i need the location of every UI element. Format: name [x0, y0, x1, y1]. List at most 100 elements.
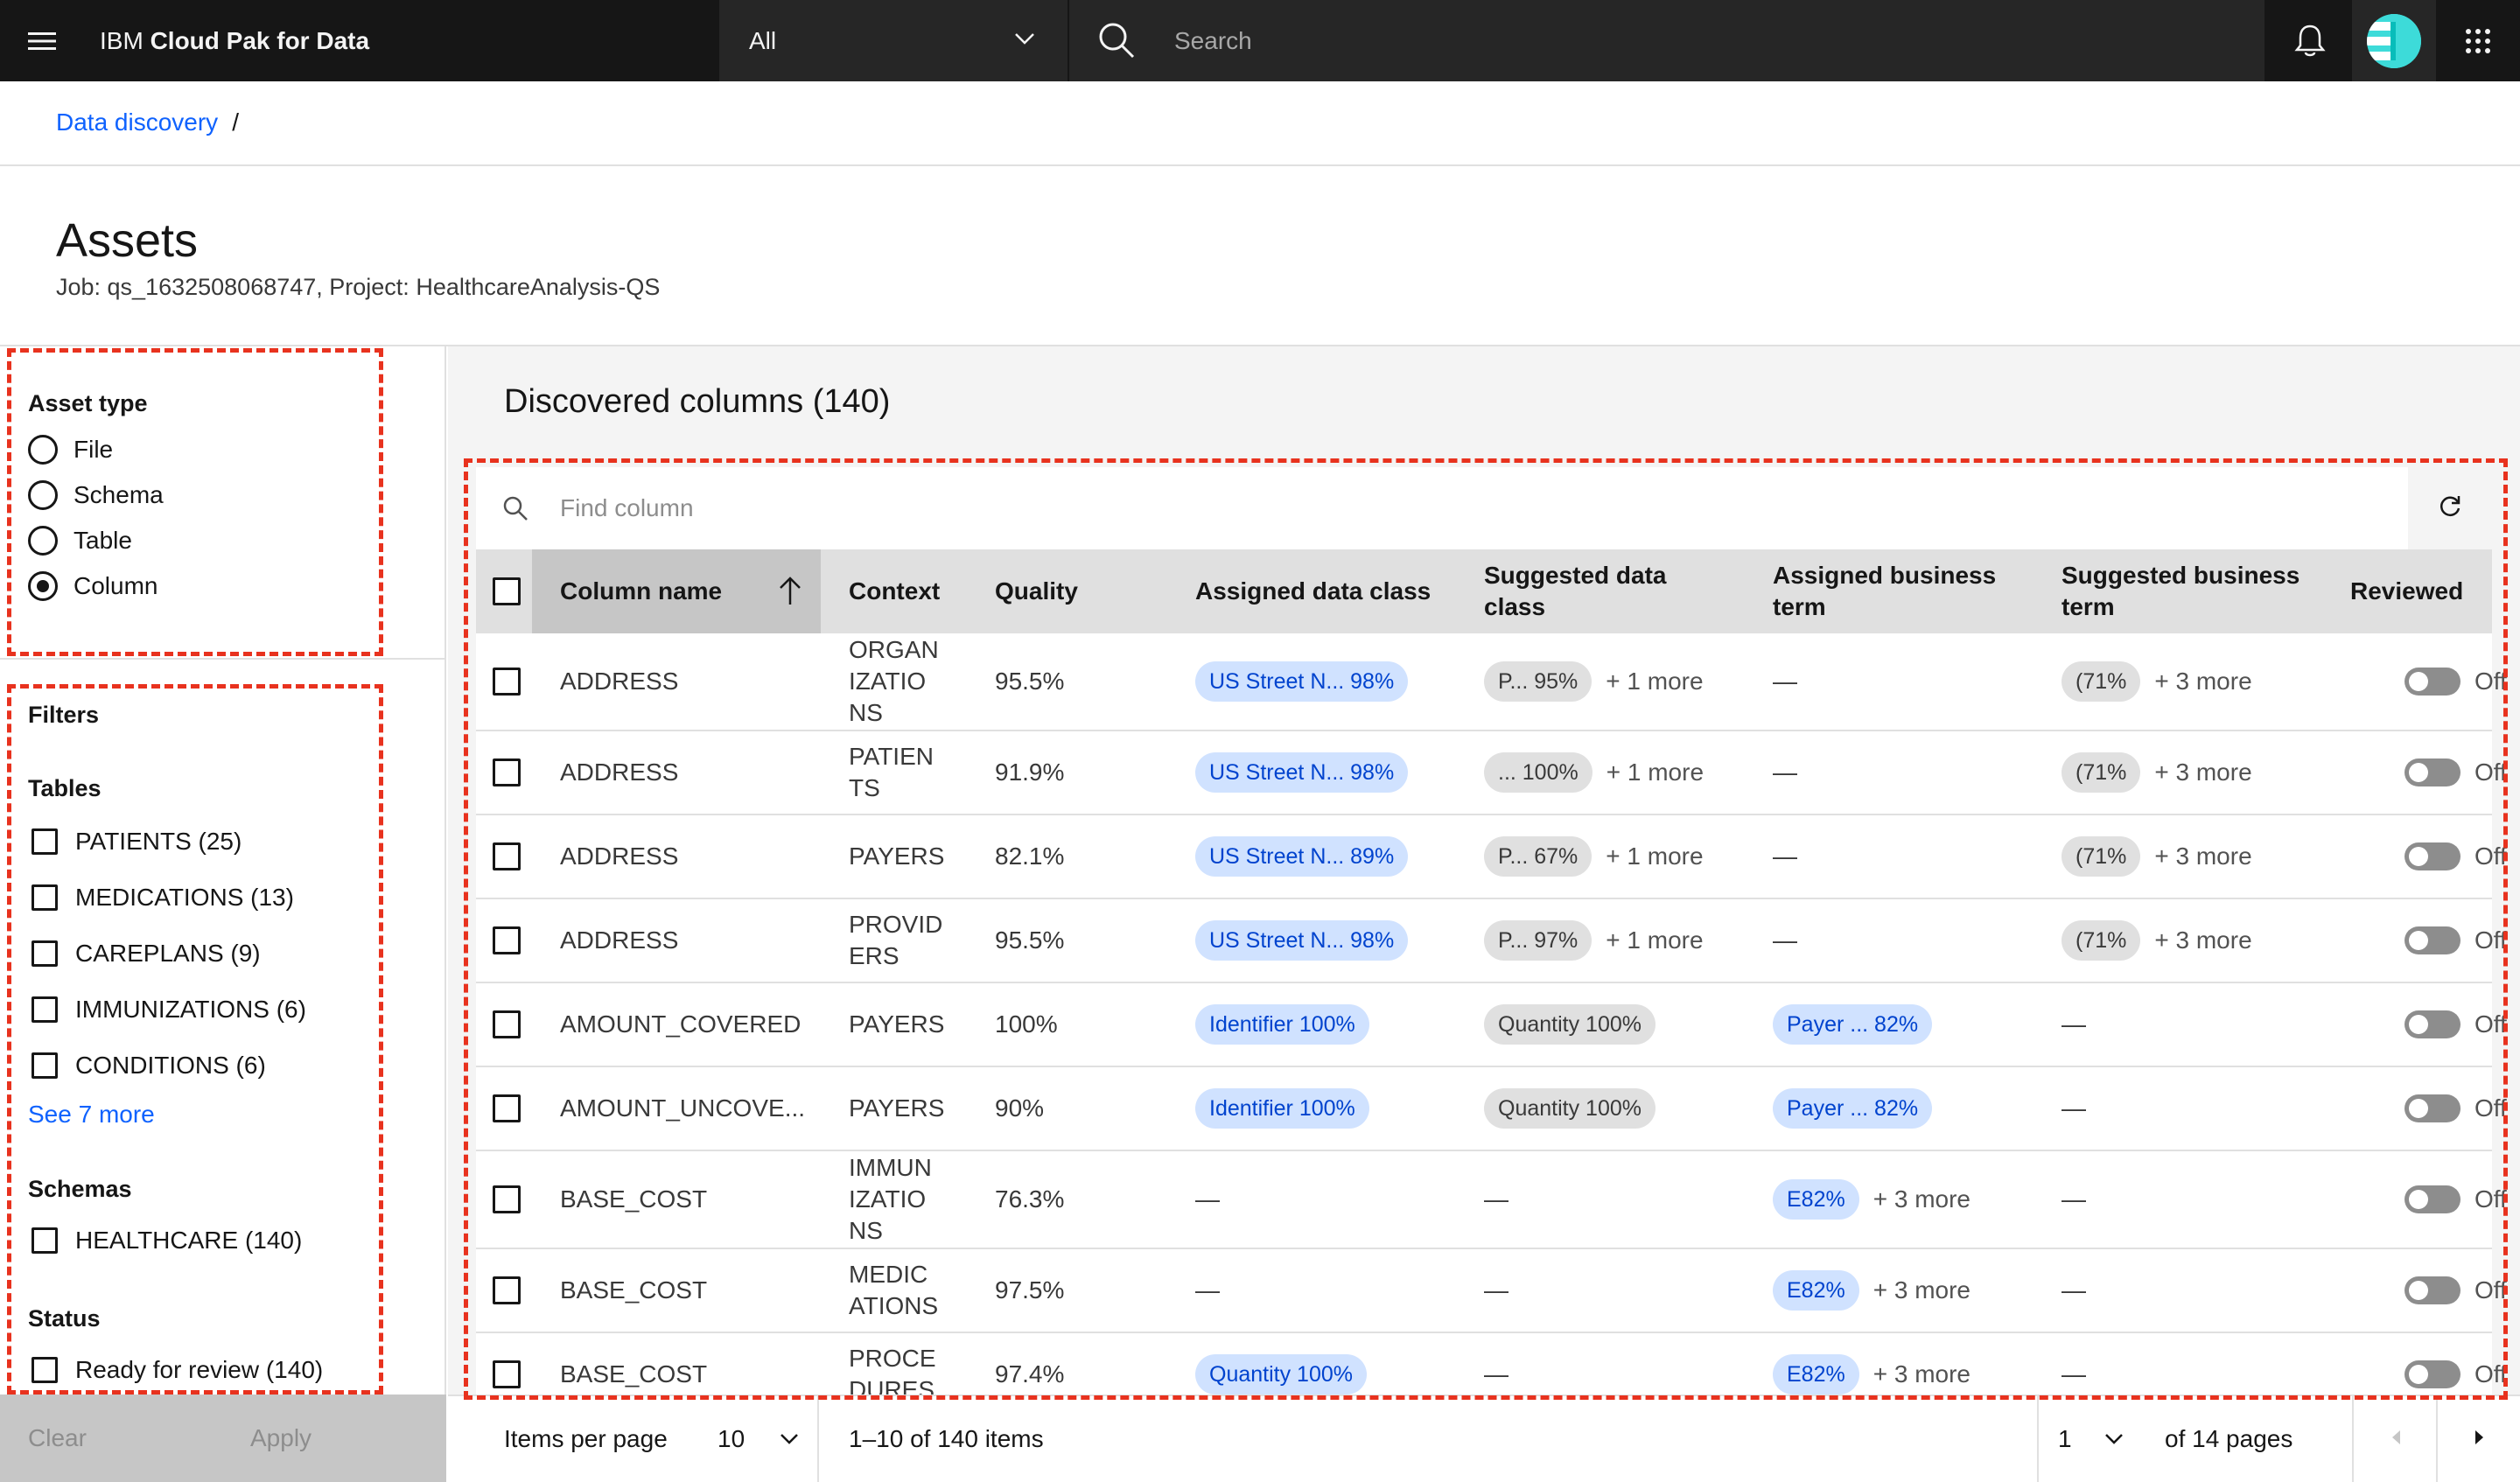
reviewed-toggle[interactable] [2404, 1010, 2460, 1038]
row-checkbox[interactable] [493, 668, 521, 696]
column-name-cell[interactable]: AMOUNT_COVERED [560, 983, 801, 1066]
radio-button[interactable] [28, 435, 58, 465]
row-checkbox[interactable] [493, 1010, 521, 1038]
assigned-business-term-tag[interactable]: E82% [1773, 1179, 1859, 1220]
page-select[interactable]: 1 [2039, 1396, 2135, 1482]
more-link[interactable]: + 3 more [1873, 1275, 1970, 1306]
select-all-checkbox[interactable] [493, 577, 521, 605]
radio-button-selected[interactable] [28, 571, 58, 601]
radio-asset-column[interactable]: Column [28, 567, 158, 605]
more-link[interactable]: + 3 more [1873, 1184, 1970, 1215]
more-link[interactable]: + 3 more [2154, 841, 2251, 872]
assigned-business-term-tag[interactable]: E82% [1773, 1270, 1859, 1311]
checkbox[interactable] [32, 1052, 58, 1079]
more-link[interactable]: + 1 more [1606, 925, 1703, 956]
assigned-business-term-tag[interactable]: Payer ... 82% [1773, 1088, 1933, 1129]
previous-page-button[interactable] [2354, 1396, 2438, 1482]
column-name-cell[interactable]: ADDRESS [560, 633, 678, 730]
assigned-data-class-tag[interactable]: US Street N... 98% [1195, 920, 1409, 961]
apply-button[interactable]: Apply [250, 1395, 312, 1482]
header-suggested-data-class[interactable]: Suggested data class [1484, 549, 1666, 633]
more-link[interactable]: + 3 more [2154, 666, 2251, 697]
checkbox-table-patients[interactable]: PATIENTS (25) [32, 824, 242, 859]
reviewed-toggle[interactable] [2404, 1360, 2460, 1388]
suggested-business-term-tag[interactable]: (71% [2062, 752, 2141, 793]
row-checkbox[interactable] [493, 1360, 521, 1388]
row-checkbox[interactable] [493, 926, 521, 954]
reviewed-toggle[interactable] [2404, 758, 2460, 786]
items-per-page-select[interactable]: 10 [707, 1396, 812, 1482]
more-link[interactable]: + 3 more [1873, 1359, 1970, 1390]
header-quality[interactable]: Quality [995, 549, 1078, 633]
assigned-business-term-tag[interactable]: E82% [1773, 1354, 1859, 1395]
scope-dropdown[interactable]: All [719, 0, 1068, 81]
table-row[interactable]: BASE_COST IMMUN IZATIO NS 76.3% — — E82% + 3 mor… [476, 1151, 2507, 1249]
header-suggested-business-term[interactable]: Suggested business term [2062, 549, 2300, 633]
find-column-input[interactable] [560, 467, 2310, 549]
search-icon[interactable] [1097, 21, 1136, 64]
header-assigned-business-term[interactable]: Assigned business term [1773, 549, 1996, 633]
assigned-data-class-tag[interactable]: US Street N... 98% [1195, 661, 1409, 702]
column-name-cell[interactable]: ADDRESS [560, 815, 678, 898]
app-switcher-icon[interactable] [2436, 0, 2520, 81]
assigned-data-class-tag[interactable]: Identifier 100% [1195, 1004, 1369, 1045]
assigned-data-class-tag[interactable]: Identifier 100% [1195, 1088, 1369, 1129]
avatar[interactable] [2352, 0, 2436, 81]
radio-button[interactable] [28, 480, 58, 510]
header-reviewed[interactable]: Reviewed [2350, 549, 2463, 633]
breadcrumb-link-data-discovery[interactable]: Data discovery [56, 108, 218, 136]
checkbox[interactable] [32, 1357, 58, 1383]
header-assigned-data-class[interactable]: Assigned data class [1195, 549, 1431, 633]
table-row[interactable]: ADDRESS PAYERS 82.1% US Street N... 89% P...… [476, 815, 2507, 899]
checkbox[interactable] [32, 884, 58, 911]
see-more-link[interactable]: See 7 more [28, 1101, 155, 1129]
checkbox[interactable] [32, 940, 58, 967]
radio-asset-table[interactable]: Table [28, 521, 132, 560]
checkbox-table-conditions[interactable]: CONDITIONS (6) [32, 1048, 266, 1083]
assigned-data-class-tag[interactable]: US Street N... 89% [1195, 836, 1409, 877]
assigned-data-class-tag[interactable]: Quantity 100% [1195, 1354, 1367, 1395]
table-row[interactable]: ADDRESS PATIEN TS 91.9% US Street N... 98%..… [476, 731, 2507, 815]
clear-button[interactable]: Clear [28, 1395, 87, 1482]
row-checkbox[interactable] [493, 842, 521, 870]
reviewed-toggle[interactable] [2404, 926, 2460, 954]
suggested-business-term-tag[interactable]: (71% [2062, 920, 2141, 961]
header-column-name[interactable]: Column name [532, 549, 821, 633]
suggested-data-class-tag[interactable]: P... 67% [1484, 836, 1592, 877]
checkbox-status-ready[interactable]: Ready for review (140) [32, 1353, 323, 1388]
column-name-cell[interactable]: ADDRESS [560, 731, 678, 814]
table-row[interactable]: ADDRESS PROVID ERS 95.5% US Street N... 98% P… [476, 899, 2507, 983]
radio-asset-schema[interactable]: Schema [28, 476, 164, 514]
row-checkbox[interactable] [493, 1276, 521, 1304]
suggested-data-class-tag[interactable]: P... 97% [1484, 920, 1592, 961]
row-checkbox[interactable] [493, 1094, 521, 1122]
reviewed-toggle[interactable] [2404, 1185, 2460, 1213]
suggested-data-class-tag[interactable]: Quantity 100% [1484, 1088, 1656, 1129]
column-name-cell[interactable]: BASE_COST [560, 1249, 707, 1332]
checkbox[interactable] [32, 1227, 58, 1254]
product-name[interactable]: IBM Cloud Pak for Data [100, 0, 369, 81]
suggested-business-term-tag[interactable]: (71% [2062, 661, 2141, 702]
suggested-data-class-tag[interactable]: ... 100% [1484, 752, 1592, 793]
column-name-cell[interactable]: ADDRESS [560, 899, 678, 982]
global-search-input[interactable] [1174, 0, 2224, 81]
hamburger-menu-icon[interactable] [0, 0, 84, 81]
table-row[interactable]: BASE_COST MEDIC ATIONS 97.5% — — E82% + 3 more —… [476, 1249, 2507, 1333]
reviewed-toggle[interactable] [2404, 1094, 2460, 1122]
table-row[interactable]: AMOUNT_UNCOVE... PAYERS 90% Identifier 100%… [476, 1067, 2507, 1151]
reviewed-toggle[interactable] [2404, 842, 2460, 870]
radio-asset-file[interactable]: File [28, 430, 113, 469]
more-link[interactable]: + 1 more [1606, 841, 1703, 872]
refresh-button[interactable] [2408, 467, 2492, 549]
next-page-button[interactable] [2438, 1396, 2520, 1482]
more-link[interactable]: + 1 more [1606, 666, 1703, 697]
table-row[interactable]: ADDRESS ORGAN IZATIO NS 95.5% US Street N... … [476, 633, 2507, 731]
suggested-data-class-tag[interactable]: P... 95% [1484, 661, 1592, 702]
checkbox[interactable] [32, 828, 58, 855]
checkbox-schema-healthcare[interactable]: HEALTHCARE (140) [32, 1223, 302, 1258]
assigned-business-term-tag[interactable]: Payer ... 82% [1773, 1004, 1933, 1045]
radio-button[interactable] [28, 526, 58, 556]
checkbox-table-immunizations[interactable]: IMMUNIZATIONS (6) [32, 992, 306, 1027]
table-row[interactable]: AMOUNT_COVERED PAYERS 100% Identifier 100% Q… [476, 983, 2507, 1067]
more-link[interactable]: + 3 more [2154, 925, 2251, 956]
